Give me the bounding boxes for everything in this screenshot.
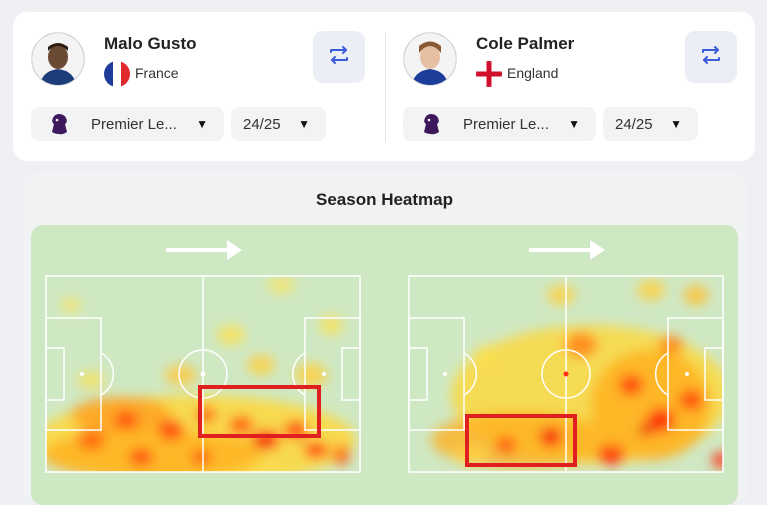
player-name: Malo Gusto — [104, 34, 197, 53]
center-spot — [200, 371, 206, 377]
swap-player-button[interactable] — [685, 31, 737, 83]
penalty-spot — [322, 372, 326, 376]
player-panel-left: Malo Gusto France Premier Le... ▼ 24/25 … — [13, 12, 365, 161]
league-label: Premier Le... — [463, 115, 549, 133]
player-panel-right: Cole Palmer England Premier Le... ▼ 24/2… — [385, 12, 737, 161]
chevron-down-icon: ▼ — [196, 117, 208, 131]
swap-arrows-icon — [327, 43, 351, 72]
league-dropdown[interactable]: Premier Le... ▼ — [403, 107, 596, 141]
heatmap-title: Season Heatmap — [316, 190, 453, 209]
penalty-spot — [80, 372, 84, 376]
season-dropdown[interactable]: 24/25 ▼ — [231, 107, 326, 141]
chevron-down-icon: ▼ — [568, 117, 580, 131]
premier-league-icon — [417, 110, 445, 138]
attack-direction-arrow-icon — [529, 240, 605, 260]
heatmap-blobs-left — [46, 277, 356, 472]
player-country: England — [507, 65, 559, 81]
season-dropdown[interactable]: 24/25 ▼ — [603, 107, 698, 141]
season-label: 24/25 — [615, 115, 653, 133]
swap-arrows-icon — [699, 43, 723, 72]
player-country: France — [135, 65, 179, 81]
england-flag-icon — [476, 61, 502, 87]
player-avatar — [31, 32, 85, 86]
league-dropdown[interactable]: Premier Le... ▼ — [31, 107, 224, 141]
swap-player-button[interactable] — [313, 31, 365, 83]
league-label: Premier Le... — [91, 115, 177, 133]
season-heatmap-card: Season Heatmap — [22, 172, 747, 505]
chevron-down-icon: ▼ — [298, 117, 310, 131]
france-flag-icon — [104, 61, 130, 87]
heatmap-area — [31, 225, 738, 505]
chevron-down-icon: ▼ — [670, 117, 682, 131]
season-label: 24/25 — [243, 115, 281, 133]
penalty-spot — [685, 372, 689, 376]
penalty-spot — [443, 372, 447, 376]
attack-direction-arrow-icon — [166, 240, 242, 260]
player-name: Cole Palmer — [476, 34, 575, 53]
player-avatar — [403, 32, 457, 86]
player-compare-card: Malo Gusto France Premier Le... ▼ 24/25 … — [13, 12, 755, 161]
premier-league-icon — [45, 110, 73, 138]
center-spot — [563, 371, 569, 377]
